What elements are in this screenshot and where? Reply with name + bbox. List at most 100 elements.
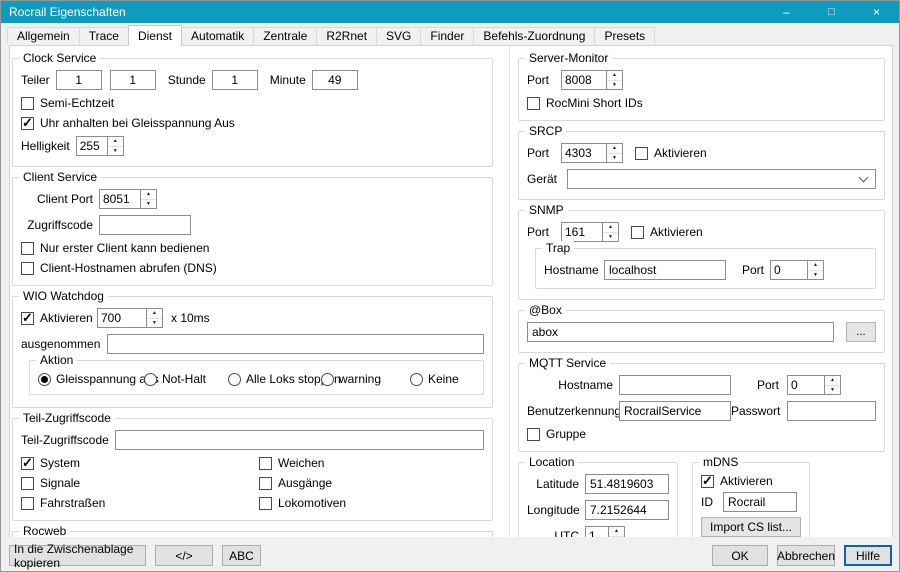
spin-up-icon[interactable]: ▲ — [607, 144, 622, 154]
spinner-buttons[interactable]: ▲ ▼ — [140, 190, 156, 208]
title-bar[interactable]: Rocrail Eigenschaften – □ × — [1, 1, 899, 23]
latitude-input[interactable] — [585, 474, 669, 494]
client-port-spinner[interactable]: ▲ ▼ — [99, 189, 157, 209]
wio-interval-spinner[interactable]: ▲ ▼ — [97, 308, 163, 328]
spinner-buttons[interactable]: ▲ ▼ — [807, 261, 823, 279]
checkbox-box[interactable] — [21, 117, 34, 130]
tab-svg[interactable]: SVG — [376, 27, 421, 45]
ausgenommen-input[interactable] — [107, 334, 484, 354]
helligkeit-input[interactable] — [77, 137, 107, 155]
radio-circle[interactable] — [228, 373, 241, 386]
radio-circle[interactable] — [410, 373, 423, 386]
monitor-port-input[interactable] — [562, 71, 606, 89]
spinner-buttons[interactable]: ▲ ▼ — [107, 137, 123, 155]
abox-input[interactable] — [527, 322, 834, 342]
maximize-button[interactable]: □ — [809, 1, 854, 23]
uhr-anhalten-checkbox[interactable]: Uhr anhalten bei Gleisspannung Aus — [21, 116, 484, 130]
passwort-input[interactable] — [787, 401, 876, 421]
abc-button[interactable]: ABC — [222, 545, 261, 566]
spin-down-icon[interactable]: ▼ — [825, 386, 840, 395]
checkbox-box[interactable] — [259, 457, 272, 470]
aktion-radio-keine[interactable]: Keine — [410, 372, 459, 386]
monitor-port-spinner[interactable]: ▲ ▼ — [561, 70, 623, 90]
benutzerkennung-input[interactable] — [619, 401, 731, 421]
spinner-buttons[interactable]: ▲ ▼ — [606, 71, 622, 89]
checkbox-box[interactable] — [631, 226, 644, 239]
checkbox-box[interactable] — [21, 477, 34, 490]
trap-hostname-input[interactable] — [604, 260, 726, 280]
aktion-radio-not-halt[interactable]: Not-Halt — [144, 372, 228, 386]
signale-checkbox[interactable]: Signale — [21, 476, 259, 490]
client-hostnamen-checkbox[interactable]: Client-Hostnamen abrufen (DNS) — [21, 261, 484, 275]
import-cs-list-button[interactable]: Import CS list... — [701, 517, 801, 537]
radio-circle[interactable] — [38, 373, 51, 386]
spinner-buttons[interactable]: ▲ ▼ — [606, 144, 622, 162]
spin-down-icon[interactable]: ▼ — [141, 200, 156, 209]
srcp-port-input[interactable] — [562, 144, 606, 162]
spin-down-icon[interactable]: ▼ — [108, 147, 123, 156]
spinner-buttons[interactable]: ▲ ▼ — [602, 223, 618, 241]
abox-browse-button[interactable]: ... — [846, 322, 876, 342]
spin-up-icon[interactable]: ▲ — [108, 137, 123, 147]
close-button[interactable]: × — [854, 1, 899, 23]
checkbox-box[interactable] — [259, 477, 272, 490]
tab-r2rnet[interactable]: R2Rnet — [316, 27, 377, 45]
lokomotiven-checkbox[interactable]: Lokomotiven — [259, 496, 346, 510]
minute-input[interactable] — [312, 70, 358, 90]
tab-presets[interactable]: Presets — [594, 27, 655, 45]
spin-up-icon[interactable]: ▲ — [147, 309, 162, 319]
spin-up-icon[interactable]: ▲ — [603, 223, 618, 233]
mqtt-port-input[interactable] — [788, 376, 824, 394]
spinner-buttons[interactable]: ▲ ▼ — [824, 376, 840, 394]
geraet-select[interactable] — [567, 169, 876, 189]
tab-finder[interactable]: Finder — [420, 27, 474, 45]
spin-up-icon[interactable]: ▲ — [825, 376, 840, 386]
checkbox-box[interactable] — [21, 262, 34, 275]
ausgaenge-checkbox[interactable]: Ausgänge — [259, 476, 346, 490]
teiler-input-1[interactable] — [56, 70, 102, 90]
spin-down-icon[interactable]: ▼ — [607, 154, 622, 163]
checkbox-box[interactable] — [21, 242, 34, 255]
spin-up-icon[interactable]: ▲ — [609, 527, 624, 537]
fahrstrassen-checkbox[interactable]: Fahrstraßen — [21, 496, 259, 510]
copy-to-clipboard-button[interactable]: In die Zwischenablage kopieren — [9, 545, 146, 566]
mqtt-port-spinner[interactable]: ▲ ▼ — [787, 375, 841, 395]
gruppe-checkbox[interactable]: Gruppe — [527, 427, 876, 441]
teiler-input-2[interactable] — [110, 70, 156, 90]
code-view-button[interactable]: </> — [155, 545, 213, 566]
snmp-port-spinner[interactable]: ▲ ▼ — [561, 222, 619, 242]
spin-up-icon[interactable]: ▲ — [808, 261, 823, 271]
trap-port-spinner[interactable]: ▲ ▼ — [770, 260, 824, 280]
tab-allgemein[interactable]: Allgemein — [7, 27, 80, 45]
cancel-button[interactable]: Abbrechen — [777, 545, 835, 566]
weichen-checkbox[interactable]: Weichen — [259, 456, 346, 470]
teil-zugriffscode-input[interactable] — [115, 430, 484, 450]
help-button[interactable]: Hilfe — [844, 545, 892, 566]
stunde-input[interactable] — [212, 70, 258, 90]
system-checkbox[interactable]: System — [21, 456, 259, 470]
spinner-buttons[interactable]: ▲ ▼ — [146, 309, 162, 327]
tab-trace[interactable]: Trace — [79, 27, 129, 45]
wio-aktivieren-checkbox[interactable]: Aktivieren — [21, 311, 97, 325]
trap-port-input[interactable] — [771, 261, 807, 279]
checkbox-box[interactable] — [21, 497, 34, 510]
checkbox-box[interactable] — [527, 97, 540, 110]
tab-befehls-zuordnung[interactable]: Befehls-Zuordnung — [473, 27, 595, 45]
mdns-id-input[interactable] — [723, 492, 797, 512]
snmp-aktivieren-checkbox[interactable]: Aktivieren — [631, 225, 703, 239]
checkbox-box[interactable] — [21, 457, 34, 470]
spin-up-icon[interactable]: ▲ — [141, 190, 156, 200]
radio-circle[interactable] — [144, 373, 157, 386]
nur-erster-client-checkbox[interactable]: Nur erster Client kann bedienen — [21, 241, 484, 255]
spin-down-icon[interactable]: ▼ — [808, 271, 823, 280]
checkbox-box[interactable] — [259, 497, 272, 510]
srcp-port-spinner[interactable]: ▲ ▼ — [561, 143, 623, 163]
aktion-radio-gleisspannung-aus[interactable]: Gleisspannung aus — [38, 372, 144, 386]
checkbox-box[interactable] — [21, 312, 34, 325]
aktion-radio-alle-loks-stoppen[interactable]: Alle Loks stoppen — [228, 372, 321, 386]
longitude-input[interactable] — [585, 500, 669, 520]
semi-echtzeit-checkbox[interactable]: Semi-Echtzeit — [21, 96, 484, 110]
mqtt-hostname-input[interactable] — [619, 375, 731, 395]
ok-button[interactable]: OK — [712, 545, 768, 566]
checkbox-box[interactable] — [527, 428, 540, 441]
